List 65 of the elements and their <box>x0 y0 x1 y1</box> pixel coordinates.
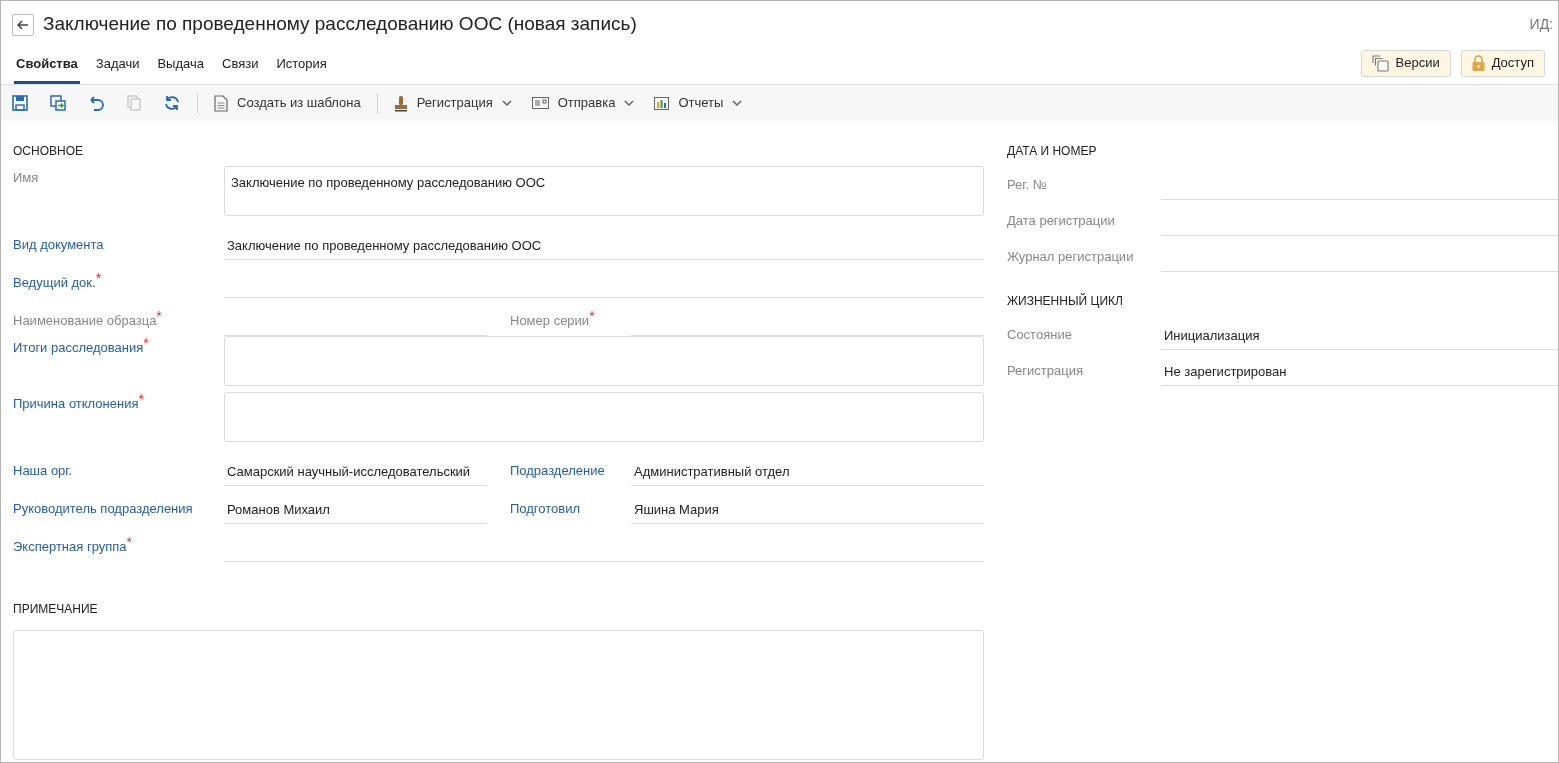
note-text-area[interactable] <box>13 630 984 760</box>
copy-icon <box>125 94 143 112</box>
bar-chart-icon <box>654 96 670 110</box>
field-label: Регистрация <box>1007 362 1083 378</box>
field-label: Журнал регистрации <box>1007 248 1134 264</box>
field-label: Рег. № <box>1007 176 1047 192</box>
tab[interactable]: Задачи <box>93 48 142 84</box>
envelope-icon <box>531 97 549 109</box>
field-link-label[interactable]: Подготовил <box>510 498 581 518</box>
field-link-label[interactable]: Причина отклонения <box>13 394 139 414</box>
input-field[interactable]: Заключение по проведенному расследованию ООС <box>224 236 984 260</box>
text-area[interactable] <box>224 336 984 386</box>
caret-icon <box>501 100 512 106</box>
required-mark: * <box>589 308 595 323</box>
page-title: Заключение по проведенному расследованию ООС (новая запись) <box>43 12 637 37</box>
refresh-icon <box>163 94 181 112</box>
tab[interactable]: Связи <box>220 48 261 84</box>
undo-icon <box>87 94 105 112</box>
id-label: ИД: <box>1529 15 1553 34</box>
field-link-label[interactable]: Итоги расследования <box>13 338 144 358</box>
tab[interactable]: Выдача <box>155 48 206 84</box>
dropdown-button[interactable]: Отправка <box>521 88 645 118</box>
stacked-squares-icon <box>1371 54 1389 72</box>
input-field[interactable]: Самарский научный-исследовательский <box>224 462 487 486</box>
input-field[interactable]: Не зарегистрирован <box>1161 362 1558 386</box>
back-button[interactable] <box>12 13 34 36</box>
required-mark: * <box>143 336 149 350</box>
field-label: Номер серии <box>510 312 590 330</box>
input-field[interactable]: Яшина Мария <box>631 500 984 524</box>
tab[interactable]: История <box>274 48 329 84</box>
field-link-label[interactable]: Вид документа <box>13 234 104 254</box>
input-field[interactable]: Административный отдел <box>631 462 984 486</box>
dropdown-button[interactable]: Отчеты <box>644 88 753 118</box>
section-heading: ДАТА И НОМЕР <box>1007 144 1097 158</box>
field-label: Имя <box>13 169 39 187</box>
input-field[interactable]: Инициализация <box>1161 326 1558 350</box>
access-button[interactable]: Доступ <box>1460 49 1545 77</box>
required-mark: * <box>126 534 132 549</box>
caret-icon <box>732 100 743 106</box>
field-link-label[interactable]: Ведущий док. <box>13 272 96 292</box>
required-mark: * <box>138 392 144 406</box>
toolbar-button[interactable]: Создать из шаблона <box>204 88 371 118</box>
section-heading: ЖИЗНЕННЫЙ ЦИКЛ <box>1007 294 1123 308</box>
section-heading: ПРИМЕЧАНИЕ <box>13 602 98 616</box>
section-heading: ОСНОВНОЕ <box>13 144 83 158</box>
field-link-label[interactable]: Подразделение <box>510 460 605 480</box>
field-label: Дата регистрации <box>1007 212 1115 228</box>
field-label: Наименование образца <box>13 312 157 330</box>
field-label: Состояние <box>1007 326 1072 342</box>
input-field[interactable]: Романов Михаил <box>224 500 487 524</box>
back-arrow-icon <box>17 19 29 30</box>
required-mark: * <box>95 270 102 285</box>
field-link-label[interactable]: Руководитель подразделения <box>13 498 193 518</box>
stamp-icon <box>393 94 408 112</box>
padlock-icon <box>1471 55 1485 71</box>
caret-icon <box>624 100 635 106</box>
field-link-label[interactable]: Экспертная группа <box>13 536 127 556</box>
document-icon <box>214 94 228 112</box>
dropdown-button[interactable]: Регистрация <box>383 88 522 118</box>
save-as-icon <box>49 94 67 112</box>
text-area[interactable]: Заключение по проведенному расследованию ООС <box>224 166 984 216</box>
required-mark: * <box>156 308 162 323</box>
versions-button[interactable]: Версии <box>1360 49 1451 77</box>
text-area[interactable] <box>224 392 984 442</box>
field-link-label[interactable]: Наша орг. <box>13 460 73 480</box>
